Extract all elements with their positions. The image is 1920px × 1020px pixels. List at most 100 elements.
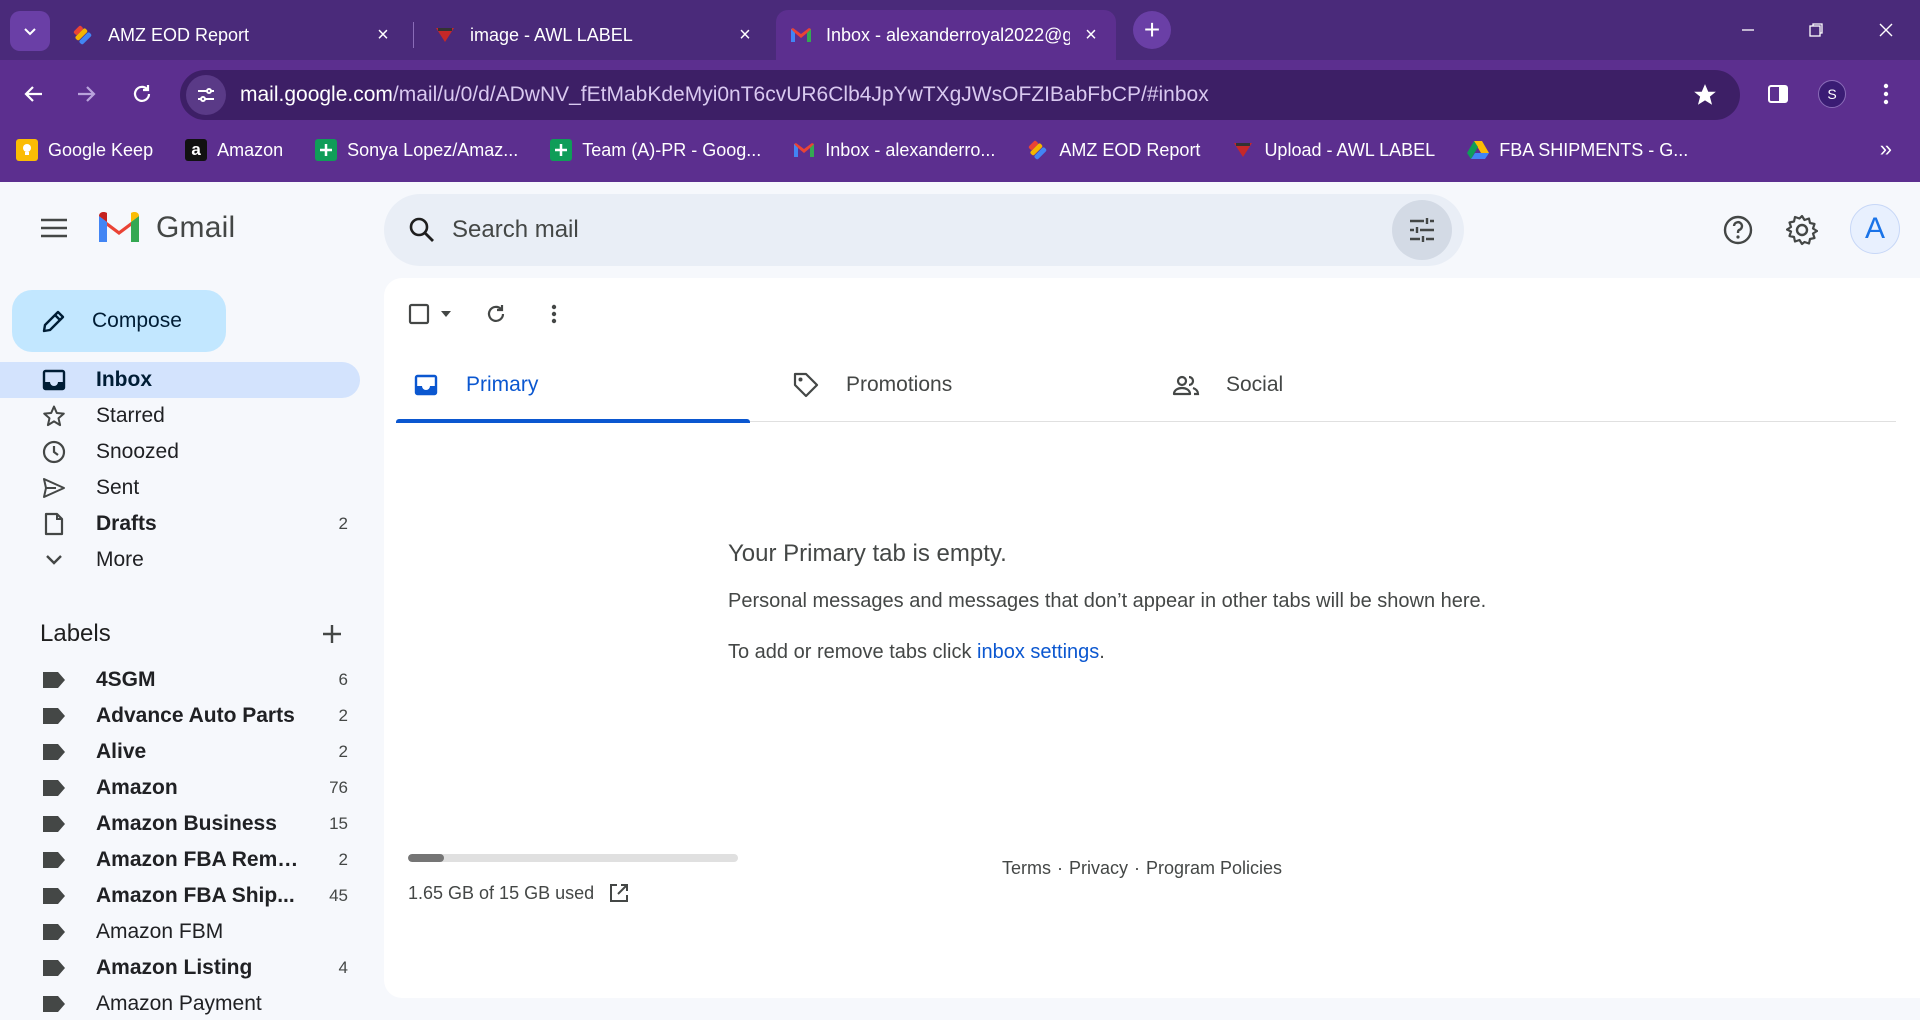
label-item[interactable]: Alive 2 bbox=[0, 734, 360, 770]
bookmark-label: Google Keep bbox=[48, 139, 154, 160]
nav-item-snoozed[interactable]: Snoozed bbox=[0, 434, 360, 470]
browser-tab-gmail-inbox[interactable]: Inbox - alexanderroyal2022@gm × bbox=[776, 10, 1116, 60]
bookmark-amz-eod[interactable]: AMZ EOD Report bbox=[1027, 139, 1200, 161]
footer-separator: · bbox=[1057, 858, 1063, 878]
terms-link[interactable]: Terms bbox=[1002, 858, 1051, 879]
browser-menu-button[interactable] bbox=[1866, 74, 1906, 114]
tab-social[interactable]: Social bbox=[1156, 348, 1510, 422]
storage-text: 1.65 GB of 15 GB used bbox=[408, 882, 595, 903]
bookmark-google-keep[interactable]: Google Keep bbox=[16, 139, 153, 161]
empty-state: Your Primary tab is empty. Personal mess… bbox=[728, 540, 1628, 664]
inbox-icon bbox=[40, 366, 68, 394]
more-actions-button[interactable] bbox=[534, 294, 574, 334]
browser-tab-awl-label[interactable]: image - AWL LABEL × bbox=[420, 10, 770, 60]
minimize-icon bbox=[1742, 29, 1754, 31]
nav-label: Sent bbox=[96, 476, 140, 499]
bookmarks-overflow-button[interactable]: » bbox=[1880, 136, 1892, 162]
label-item[interactable]: Amazon FBM bbox=[0, 914, 360, 950]
nav-count: 2 bbox=[338, 514, 348, 533]
bookmark-team-pr[interactable]: Team (A)-PR - Goog... bbox=[550, 139, 761, 161]
nav-label: Starred bbox=[96, 404, 165, 427]
site-info-button[interactable] bbox=[186, 75, 226, 115]
select-all-checkbox[interactable] bbox=[408, 303, 452, 325]
label-icon bbox=[40, 954, 68, 982]
inbox-settings-link[interactable]: inbox settings bbox=[977, 641, 1099, 663]
bookmark-sonya-lopez[interactable]: Sonya Lopez/Amaz... bbox=[315, 139, 518, 161]
label-item[interactable]: 4SGM 6 bbox=[0, 662, 360, 698]
awl-icon bbox=[1232, 139, 1254, 161]
gmail-logo[interactable]: Gmail bbox=[96, 210, 235, 246]
close-icon[interactable]: × bbox=[372, 24, 394, 46]
restore-button[interactable] bbox=[1796, 12, 1836, 48]
bookmark-awl-upload[interactable]: Upload - AWL LABEL bbox=[1232, 139, 1435, 161]
browser-tab-amz-eod[interactable]: AMZ EOD Report × bbox=[58, 10, 408, 60]
search-options-button[interactable] bbox=[1392, 200, 1452, 260]
close-icon[interactable]: × bbox=[1080, 24, 1102, 46]
main-menu-button[interactable] bbox=[34, 208, 74, 248]
search-button[interactable] bbox=[398, 206, 446, 254]
storage-bar-fill bbox=[408, 854, 445, 862]
label-icon bbox=[40, 990, 68, 1018]
label-item[interactable]: Amazon FBA Ship... 45 bbox=[0, 878, 360, 914]
tab-promotions[interactable]: Promotions bbox=[776, 348, 1130, 422]
label-item[interactable]: Amazon FBA Remo... 2 bbox=[0, 842, 360, 878]
empty-title: Your Primary tab is empty. bbox=[728, 540, 1007, 567]
account-avatar[interactable]: A bbox=[1850, 204, 1900, 254]
label-name: Amazon bbox=[96, 776, 178, 799]
back-button[interactable] bbox=[14, 74, 54, 114]
plus-icon bbox=[323, 625, 341, 643]
nav-item-starred[interactable]: Starred bbox=[0, 398, 360, 434]
pencil-icon bbox=[40, 307, 68, 335]
label-item[interactable]: Advance Auto Parts 2 bbox=[0, 698, 360, 734]
label-item[interactable]: Amazon 76 bbox=[0, 770, 360, 806]
close-icon[interactable]: × bbox=[734, 24, 756, 46]
tab-primary[interactable]: Primary bbox=[396, 348, 750, 423]
label-item[interactable]: Amazon Payment bbox=[0, 986, 360, 1020]
menu-icon bbox=[41, 218, 67, 238]
tab-search-button[interactable] bbox=[10, 11, 50, 51]
tab-label: Promotions bbox=[846, 373, 953, 396]
bookmark-label: Inbox - alexanderro... bbox=[825, 139, 996, 160]
program-policies-link[interactable]: Program Policies bbox=[1146, 858, 1282, 879]
arrow-right-icon bbox=[78, 86, 96, 102]
label-name: Amazon Payment bbox=[96, 992, 262, 1015]
support-button[interactable] bbox=[1718, 210, 1758, 250]
compose-button[interactable]: Compose bbox=[12, 290, 226, 352]
search-input[interactable] bbox=[452, 216, 1352, 244]
nav-item-inbox[interactable]: Inbox bbox=[0, 362, 360, 398]
label-count: 6 bbox=[338, 670, 348, 689]
refresh-button[interactable] bbox=[476, 294, 516, 334]
sidebar: Compose Inbox Starred Snoozed Sent Draft… bbox=[0, 278, 384, 1020]
close-window-button[interactable] bbox=[1866, 12, 1906, 48]
label-item[interactable]: Amazon Business 15 bbox=[0, 806, 360, 842]
label-item[interactable]: Amazon Listing 4 bbox=[0, 950, 360, 986]
label-icon bbox=[40, 882, 68, 910]
privacy-link[interactable]: Privacy bbox=[1069, 858, 1128, 879]
nav-label: Drafts bbox=[96, 512, 157, 535]
manage-storage-link[interactable] bbox=[606, 880, 632, 906]
bookmark-amazon[interactable]: a Amazon bbox=[185, 139, 283, 161]
bookmark-star-button[interactable] bbox=[1692, 82, 1718, 108]
label-icon bbox=[40, 702, 68, 730]
side-panel-button[interactable] bbox=[1758, 74, 1798, 114]
forward-button[interactable] bbox=[66, 74, 106, 114]
profile-avatar: S bbox=[1818, 80, 1846, 108]
nav-item-more[interactable]: More bbox=[0, 542, 360, 578]
address-bar[interactable]: mail.google.com/mail/u/0/d/ADwNV_fEtMabK… bbox=[180, 70, 1740, 120]
create-label-button[interactable] bbox=[316, 618, 348, 650]
nav-item-drafts[interactable]: Drafts 2 bbox=[0, 506, 360, 542]
minimize-button[interactable] bbox=[1728, 12, 1768, 48]
bookmark-fba-shipments[interactable]: FBA SHIPMENTS - G... bbox=[1467, 139, 1688, 161]
nav-item-sent[interactable]: Sent bbox=[0, 470, 360, 506]
caret-down-icon bbox=[441, 311, 451, 317]
bookmark-gmail-inbox[interactable]: Inbox - alexanderro... bbox=[793, 139, 995, 161]
tab-label: Primary bbox=[466, 373, 539, 396]
reload-button[interactable] bbox=[122, 74, 162, 114]
new-tab-button[interactable]: + bbox=[1133, 11, 1171, 49]
profile-button[interactable]: S bbox=[1812, 74, 1852, 114]
label-name: Amazon Listing bbox=[96, 956, 253, 979]
star-icon bbox=[40, 402, 68, 430]
gmail-icon bbox=[790, 24, 812, 46]
gmail-header: Gmail A bbox=[0, 182, 1920, 278]
settings-button[interactable] bbox=[1782, 210, 1822, 250]
